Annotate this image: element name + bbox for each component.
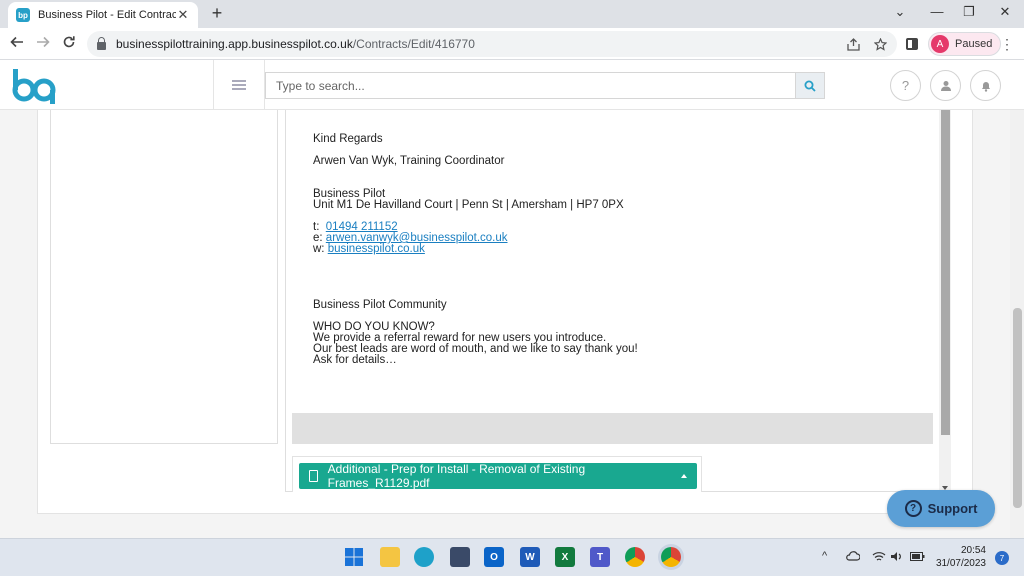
- page-scrollbar[interactable]: [1010, 110, 1024, 538]
- support-button[interactable]: ? Support: [887, 490, 995, 527]
- tab-title: Business Pilot - Edit Contract: [38, 9, 176, 21]
- hamburger-icon: [232, 84, 246, 86]
- clock-date: 31/07/2023: [935, 558, 986, 569]
- lock-icon[interactable]: [97, 36, 106, 50]
- tray-chevron-icon[interactable]: ^: [822, 550, 827, 562]
- search-icon: [804, 80, 816, 92]
- word-icon[interactable]: W: [520, 547, 540, 567]
- side-panel-icon[interactable]: [906, 38, 918, 50]
- website-link[interactable]: businesspilot.co.uk: [328, 243, 425, 255]
- web-prefix: w:: [313, 243, 325, 255]
- email-web-line: w: businesspilot.co.uk: [313, 243, 425, 255]
- volume-icon[interactable]: [890, 551, 903, 562]
- minimize-window-button[interactable]: —: [928, 4, 946, 19]
- outlook-icon[interactable]: O: [484, 547, 504, 567]
- microsoft-store-icon[interactable]: [450, 547, 470, 567]
- url-path: /Contracts/Edit/416770: [352, 37, 475, 51]
- tab-search-icon[interactable]: ⌄: [891, 4, 909, 20]
- chrome-profile-icon[interactable]: [661, 547, 681, 567]
- referral-line-3: Ask for details…: [313, 354, 397, 366]
- bookmark-star-icon[interactable]: [874, 37, 887, 51]
- email-scrollbar[interactable]: [939, 110, 951, 492]
- share-icon[interactable]: [847, 37, 860, 51]
- windows-taskbar: O W X T ^ 20:54 31/07/2023 7: [0, 538, 1024, 576]
- battery-icon[interactable]: [910, 552, 925, 561]
- caret-up-icon: [681, 474, 687, 478]
- help-button[interactable]: ?: [890, 70, 921, 101]
- windows-start-icon[interactable]: [344, 547, 364, 567]
- browser-menu-icon[interactable]: ⋮: [1000, 36, 1014, 53]
- page-content: Kind Regards Arwen Van Wyk, Training Coo…: [0, 110, 1010, 538]
- clock-time: 20:54: [960, 545, 986, 556]
- profile-avatar: A: [931, 35, 949, 53]
- user-profile-button[interactable]: [930, 70, 961, 101]
- wifi-icon[interactable]: [872, 551, 886, 562]
- onedrive-cloud-icon[interactable]: [846, 551, 860, 561]
- reload-icon[interactable]: [60, 35, 78, 53]
- email-scrollbar-thumb[interactable]: [941, 110, 950, 435]
- support-label: Support: [927, 501, 978, 516]
- menu-toggle-button[interactable]: [213, 60, 265, 110]
- system-clock[interactable]: 20:54 31/07/2023: [934, 544, 986, 570]
- user-icon: [940, 80, 951, 91]
- browser-toolbar: businesspilottraining.app.businesspilot.…: [0, 28, 1024, 60]
- teams-icon[interactable]: T: [590, 547, 610, 567]
- business-pilot-favicon-icon: bp: [16, 8, 30, 22]
- file-explorer-icon[interactable]: [380, 547, 400, 567]
- email-footer-band: [292, 413, 933, 444]
- profile-button[interactable]: A Paused: [928, 32, 1002, 56]
- browser-tab-bar: bp Business Pilot - Edit Contract ✕ + ⌄ …: [0, 0, 1024, 28]
- global-search-input[interactable]: [265, 72, 795, 99]
- url-host: businesspilottraining.app.businesspilot.…: [116, 37, 353, 51]
- page-scrollbar-thumb[interactable]: [1013, 308, 1022, 508]
- edge-browser-icon[interactable]: [414, 547, 434, 567]
- browser-tab[interactable]: bp Business Pilot - Edit Contract ✕: [8, 2, 198, 28]
- community-title: Business Pilot Community: [313, 299, 447, 311]
- notification-badge[interactable]: 7: [995, 551, 1009, 565]
- business-pilot-logo[interactable]: [12, 66, 56, 104]
- email-greeting: Kind Regards: [313, 133, 383, 145]
- chrome-icon[interactable]: [625, 547, 645, 567]
- forward-arrow-icon[interactable]: [34, 35, 52, 53]
- profile-status: Paused: [955, 38, 993, 50]
- pdf-file-icon: [309, 470, 318, 482]
- notifications-button[interactable]: [970, 70, 1001, 101]
- email-preview[interactable]: Kind Regards Arwen Van Wyk, Training Coo…: [285, 110, 951, 492]
- restore-window-button[interactable]: ❐: [960, 4, 978, 20]
- bell-icon: [981, 81, 990, 92]
- back-arrow-icon[interactable]: [8, 35, 26, 53]
- email-address: Unit M1 De Havilland Court | Penn St | A…: [313, 199, 624, 211]
- close-window-button[interactable]: ✕: [996, 4, 1014, 20]
- attachment-label: Additional - Prep for Install - Removal …: [327, 462, 586, 490]
- attachment-button[interactable]: Additional - Prep for Install - Removal …: [299, 462, 697, 490]
- excel-icon[interactable]: X: [555, 547, 575, 567]
- close-tab-icon[interactable]: ✕: [176, 7, 190, 23]
- new-tab-button[interactable]: +: [206, 3, 228, 24]
- left-panel: [50, 110, 278, 444]
- address-bar[interactable]: businesspilottraining.app.businesspilot.…: [87, 31, 897, 57]
- help-circle-icon: ?: [904, 500, 922, 517]
- help-icon: ?: [901, 78, 910, 93]
- app-header: ?: [0, 60, 1024, 110]
- search-button[interactable]: [795, 72, 825, 99]
- email-signature-name: Arwen Van Wyk, Training Coordinator: [313, 155, 505, 167]
- attachment-container: Additional - Prep for Install - Removal …: [292, 456, 702, 492]
